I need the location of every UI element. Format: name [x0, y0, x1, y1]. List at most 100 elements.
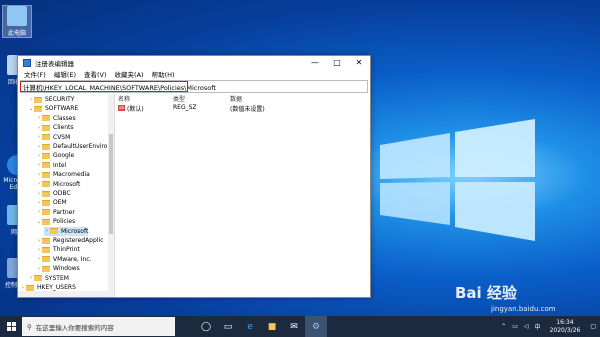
tree-item[interactable]: › Google [36, 151, 74, 160]
tree-item-label: OEM [53, 199, 67, 207]
tree-item[interactable]: › ThinPrint [36, 245, 80, 254]
tree-vertical-scrollbar[interactable] [108, 94, 114, 297]
tree-item[interactable]: › DefaultUserEnviro [36, 142, 107, 151]
menu-file[interactable]: 文件(F) [20, 69, 50, 79]
ime-tray-icon[interactable]: 中 [532, 322, 544, 331]
tree-item-label: SYSTEM [45, 274, 69, 282]
folder-icon [42, 218, 50, 225]
task-view-icon[interactable]: ◯ [195, 316, 217, 337]
key-tree[interactable]: › SECURITY ⌄ SOFTWARE › Classes › Clients › CVSM ›… [18, 94, 115, 297]
tree-item-label: Clients [53, 124, 74, 132]
tree-item[interactable]: ⌄ SOFTWARE [28, 104, 78, 113]
menu-edit[interactable]: 编辑(E) [50, 69, 80, 79]
system-tray: ⌃ ▭ ◁ 中 16:34 2020/3/26 ▢ [498, 316, 600, 337]
taskbar: ⚲ 在这里输入你要搜索的内容 ◯ ▭ e ■ ✉ ⚙ ⌃ ▭ ◁ 中 16:34… [0, 316, 600, 337]
tree-item-label: Classes [53, 114, 76, 122]
column-header-type[interactable]: 类型 [173, 94, 185, 103]
menu-help[interactable]: 帮助(H) [148, 69, 179, 79]
volume-tray-icon[interactable]: ◁ [521, 323, 532, 330]
value-type: REG_SZ [173, 104, 197, 111]
windows-logo-light [380, 119, 535, 241]
maximize-button[interactable]: □ [326, 56, 348, 69]
tree-horizontal-scrollbar[interactable] [18, 291, 108, 297]
tree-item[interactable]: › SECURITY [28, 95, 74, 104]
tree-item[interactable]: › Macromedia [36, 170, 90, 179]
folder-taskbar-icon[interactable]: ■ [261, 316, 283, 337]
tree-item[interactable]: › Microsoft [44, 226, 89, 236]
store-taskbar-icon[interactable]: ✉ [283, 316, 305, 337]
desktop-icon-this-pc[interactable]: 此电脑 [2, 5, 32, 38]
value-data: (数值未设置) [230, 106, 265, 113]
minimize-button[interactable]: — [304, 56, 326, 69]
baidu-watermark: Bai 经验 jingyan.baidu.com [455, 284, 556, 313]
menu-favorites[interactable]: 收藏夹(A) [111, 69, 148, 79]
search-icon: ⚲ [27, 322, 32, 331]
tree-item-label: Partner [53, 208, 75, 216]
folder-icon [50, 228, 58, 235]
folder-icon [26, 284, 34, 291]
column-header-data[interactable]: 数据 [230, 94, 242, 103]
folder-icon [42, 199, 50, 206]
tree-item-label: CVSM [53, 133, 71, 141]
network-tray-icon[interactable]: ▭ [509, 323, 521, 330]
tree-item[interactable]: › Intel [36, 161, 66, 170]
tree-item[interactable]: › ODBC [36, 189, 71, 198]
folder-icon [42, 265, 50, 272]
tree-item-label: Policies [53, 218, 76, 226]
regedit-taskbar-icon[interactable]: ⚙ [305, 316, 327, 337]
tree-item-label: SECURITY [45, 96, 75, 103]
tree-item[interactable]: › SYSTEM [28, 274, 69, 283]
tree-item[interactable]: › Windows [36, 264, 80, 273]
scrollbar-thumb[interactable] [109, 134, 113, 234]
close-button[interactable]: ✕ [348, 56, 370, 69]
value-name[interactable]: (默认) [127, 104, 144, 113]
edge-taskbar-icon[interactable]: e [239, 316, 261, 337]
title-bar[interactable]: 注册表编辑器 — □ ✕ [18, 56, 370, 69]
folder-icon [34, 275, 42, 282]
tree-item-label: DefaultUserEnviro [53, 143, 108, 150]
value-list[interactable]: 名称 类型 数据 ab (默认) REG_SZ (数值未设置) [115, 94, 370, 297]
folder-icon [42, 162, 50, 169]
folder-icon [42, 209, 50, 216]
tree-item[interactable]: › Microsoft [36, 180, 80, 189]
folder-icon [34, 96, 42, 103]
tree-item-label: SOFTWARE [45, 105, 79, 113]
notification-icon[interactable]: ▢ [586, 323, 600, 330]
tree-item[interactable]: › Classes [36, 114, 76, 123]
tree-item[interactable]: › OEM [36, 198, 67, 207]
start-button[interactable] [0, 316, 22, 337]
tree-item-label: ODBC [53, 190, 71, 197]
tree-item[interactable]: › Partner [36, 208, 75, 217]
folder-icon [42, 256, 50, 263]
taskbar-search[interactable]: ⚲ 在这里输入你要搜索的内容 [22, 317, 175, 336]
menu-view[interactable]: 查看(V) [80, 69, 111, 79]
tree-item[interactable]: ⌄ Policies [36, 217, 75, 226]
folder-icon [42, 190, 50, 197]
tree-item-label: Google [53, 152, 75, 160]
tree-item[interactable]: › CVSM [36, 133, 70, 142]
address-highlight-box [20, 81, 188, 92]
window-title: 注册表编辑器 [35, 59, 74, 68]
folder-icon [42, 115, 50, 122]
tree-item-label: Windows [53, 265, 80, 273]
folder-icon [42, 237, 50, 244]
tree-item-label: Microsoft [61, 227, 89, 235]
tree-item-label: Microsoft [53, 180, 81, 188]
show-hidden-icons-chevron-icon[interactable]: ⌃ [498, 323, 509, 330]
column-header-name[interactable]: 名称 [118, 94, 130, 103]
clock[interactable]: 16:34 2020/3/26 [544, 319, 587, 335]
windows-start-icon [6, 322, 16, 331]
tree-item[interactable]: › Clients [36, 123, 74, 132]
folder-icon [42, 246, 50, 253]
regedit-window[interactable]: 注册表编辑器 — □ ✕ 文件(F) 编辑(E) 查看(V) 收藏夹(A) 帮助… [17, 55, 371, 298]
folder-icon [42, 152, 50, 159]
tree-item-label: VMware, Inc. [53, 255, 92, 263]
file-explorer-icon[interactable]: ▭ [217, 316, 239, 337]
tree-item[interactable]: › VMware, Inc. [36, 255, 91, 264]
string-value-icon: ab [118, 105, 125, 111]
tree-item-label: HKEY_USERS [37, 284, 76, 291]
search-placeholder: 在这里输入你要搜索的内容 [35, 323, 114, 332]
tree-item[interactable]: › RegisteredApplic [36, 236, 103, 245]
folder-icon [42, 171, 50, 178]
regedit-app-icon [23, 58, 31, 67]
